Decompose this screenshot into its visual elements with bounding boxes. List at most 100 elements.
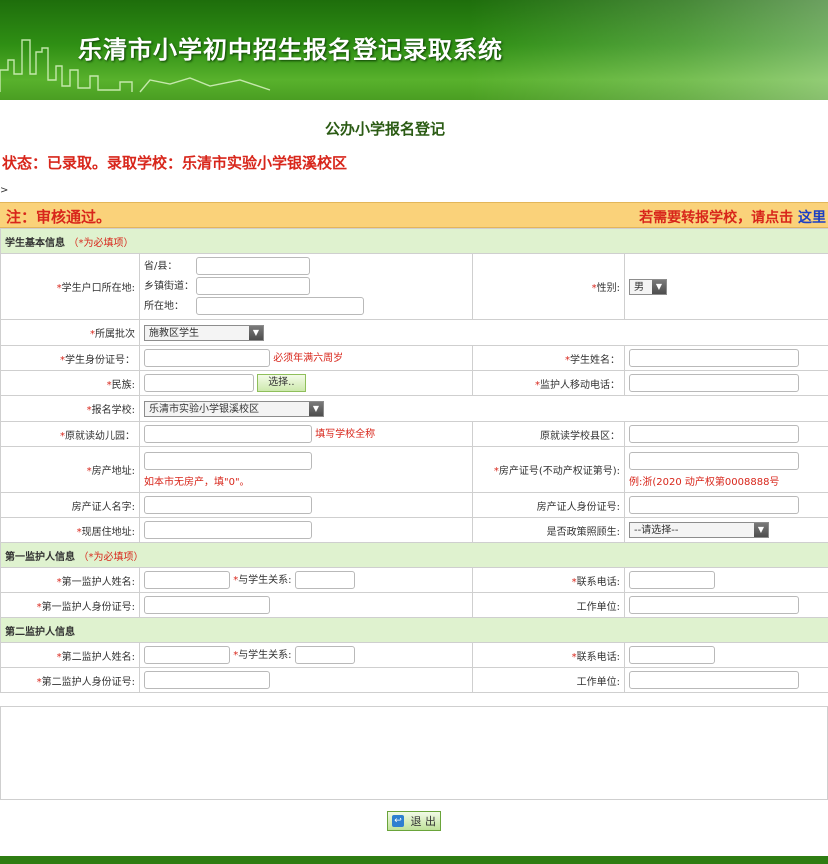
label-name: *学生姓名： [472, 345, 625, 371]
label-g1-work: 工作单位: [472, 592, 625, 618]
stray-text: > [0, 185, 9, 196]
gender-select[interactable]: 男 ▼ [629, 278, 667, 295]
kindergarten-input[interactable] [144, 425, 312, 443]
label-g2-name: *第二监护人姓名: [0, 642, 140, 668]
row-idcard: *学生身份证号： 必须年满六周岁 *学生姓名： [0, 345, 828, 371]
batch-select[interactable]: 施教区学生 ▼ [144, 324, 264, 341]
student-name-input[interactable] [629, 349, 799, 367]
g1-relation-input[interactable] [294, 571, 355, 589]
label-current-addr: *现居住地址: [0, 517, 140, 543]
label-orig-school-county: 原就读学校县区： [472, 421, 625, 447]
g1-name-input[interactable] [144, 571, 230, 589]
label-g1-id: *第一监护人身份证号: [0, 592, 140, 618]
g2-work-input[interactable] [629, 671, 799, 689]
kindergarten-cell: 填写学校全称 [139, 421, 473, 447]
guardian-phone-input[interactable] [629, 374, 799, 392]
policy-cell: --请选择-- ▼ [623, 517, 828, 543]
label-owner-name: 房产证人名字: [0, 492, 140, 518]
nation-input[interactable] [144, 374, 254, 392]
choose-nation-button[interactable]: 选择.. [257, 374, 306, 392]
footer-bar [0, 856, 828, 864]
admission-status: 状态：已录取。录取学校：乐清市实验小学银溪校区 [2, 154, 348, 172]
g1-phone-input[interactable] [629, 571, 715, 589]
row-owner: 房产证人名字: 房产证人身份证号: [0, 492, 828, 518]
idcard-input[interactable] [144, 349, 270, 367]
section-student-title: 学生基本信息 [5, 237, 65, 249]
notice-text: 注：审核通过。 [6, 208, 112, 226]
label-idcard: *学生身份证号： [0, 345, 140, 371]
transfer-hint: 若需要转报学校，请点击 这里 [639, 207, 826, 227]
owner-id-cell [623, 492, 828, 518]
label-kindergarten: *原就读幼儿园： [0, 421, 140, 447]
row-g1-id: *第一监护人身份证号: 工作单位: [0, 592, 828, 618]
label-school: *报名学校: [0, 395, 140, 422]
province-input[interactable] [196, 256, 310, 275]
label-g1-name: *第一监护人姓名: [0, 567, 140, 593]
exit-button[interactable]: ↩ 退 出 [387, 811, 441, 831]
owner-id-input[interactable] [629, 496, 799, 514]
row-school: *报名学校: 乐清市实验小学银溪校区 ▼ [0, 395, 828, 422]
house-addr-input[interactable] [144, 451, 312, 470]
section-guardian1-title: 第一监护人信息 [5, 551, 75, 563]
system-title: 乐清市小学初中招生报名登记录取系统 [78, 36, 503, 64]
gender-cell: 男 ▼ [623, 253, 828, 320]
label-house-addr: *房产地址: [0, 446, 140, 493]
label-owner-id: 房产证人身份证号: [472, 492, 625, 518]
label-town: 乡镇街道： [144, 280, 194, 292]
section-guardian2-title: 第二监护人信息 [5, 626, 75, 638]
house-addr-hint: 如本市无房产，填"0"。 [144, 476, 250, 488]
label-policy: 是否政策照顾生: [472, 517, 625, 543]
owner-name-input[interactable] [144, 496, 312, 514]
label-nation: *民族: [0, 370, 140, 396]
kindergarten-hint: 填写学校全称 [315, 429, 376, 440]
section-student-req: （*为必填项） [68, 237, 134, 249]
g2-name-input[interactable] [144, 646, 230, 664]
g2-work-cell [623, 667, 828, 693]
g1-id-cell [139, 592, 473, 618]
label-g2-work: 工作单位: [472, 667, 625, 693]
row-current-addr: *现居住地址: 是否政策照顾生: --请选择-- ▼ [0, 517, 828, 543]
label-province: 省/县： [144, 260, 178, 272]
place-input[interactable] [196, 296, 364, 315]
hukou-fields: 省/县： 乡镇街道： 所在地： [139, 253, 473, 320]
school-select[interactable]: 乐清市实验小学银溪校区 ▼ [144, 400, 324, 417]
g1-id-input[interactable] [144, 596, 270, 614]
return-arrow-icon: ↩ [392, 815, 404, 827]
transfer-link[interactable]: 这里 [798, 210, 826, 226]
idcard-cell: 必须年满六周岁 [139, 345, 473, 371]
house-cert-cell: 例:浙(2020 动产权第0008888号 [623, 446, 828, 493]
g1-name-cell: *与学生关系: [139, 567, 473, 593]
notice-bar: 注：审核通过。 若需要转报学校，请点击 这里 [0, 202, 828, 228]
g1-work-cell [623, 592, 828, 618]
chevron-down-icon: ▼ [652, 279, 666, 294]
section-guardian2: 第二监护人信息 [0, 617, 828, 643]
current-addr-cell [139, 517, 473, 543]
town-input[interactable] [196, 276, 310, 295]
policy-select[interactable]: --请选择-- ▼ [629, 522, 769, 538]
guardian-phone-cell [623, 370, 828, 396]
row-g2-name: *第二监护人姓名: *与学生关系: *联系电话: [0, 642, 828, 668]
section-student: 学生基本信息 （*为必填项） [0, 228, 828, 254]
idcard-hint: 必须年满六周岁 [273, 353, 344, 364]
g1-work-input[interactable] [629, 596, 799, 614]
row-batch: *所属批次 施教区学生 ▼ [0, 319, 828, 346]
g2-phone-cell [623, 642, 828, 668]
batch-cell: 施教区学生 ▼ [138, 319, 828, 346]
row-g1-name: *第一监护人姓名: *与学生关系: *联系电话: [0, 567, 828, 593]
label-gender: *性别: [472, 253, 625, 320]
house-cert-input[interactable] [629, 451, 799, 470]
g2-phone-input[interactable] [629, 646, 715, 664]
g2-name-cell: *与学生关系: [139, 642, 473, 668]
g2-relation-input[interactable] [294, 646, 355, 664]
banner-sheen [468, 0, 828, 100]
row-kindergarten: *原就读幼儿园： 填写学校全称 原就读学校县区： [0, 421, 828, 447]
registration-form: 学生基本信息 （*为必填项） *学生户口所在地: 省/县： 乡镇街道： 所在地：… [0, 228, 828, 693]
label-g1-phone: *联系电话: [472, 567, 625, 593]
label-g2-relation: 与学生关系: [238, 650, 292, 661]
orig-school-county-input[interactable] [629, 425, 799, 443]
g2-id-input[interactable] [144, 671, 270, 689]
current-addr-input[interactable] [144, 521, 312, 539]
label-g1-relation: 与学生关系: [238, 575, 292, 586]
chevron-down-icon: ▼ [754, 523, 768, 537]
label-house-cert: *房产证号(不动产权证第号): [472, 446, 625, 493]
